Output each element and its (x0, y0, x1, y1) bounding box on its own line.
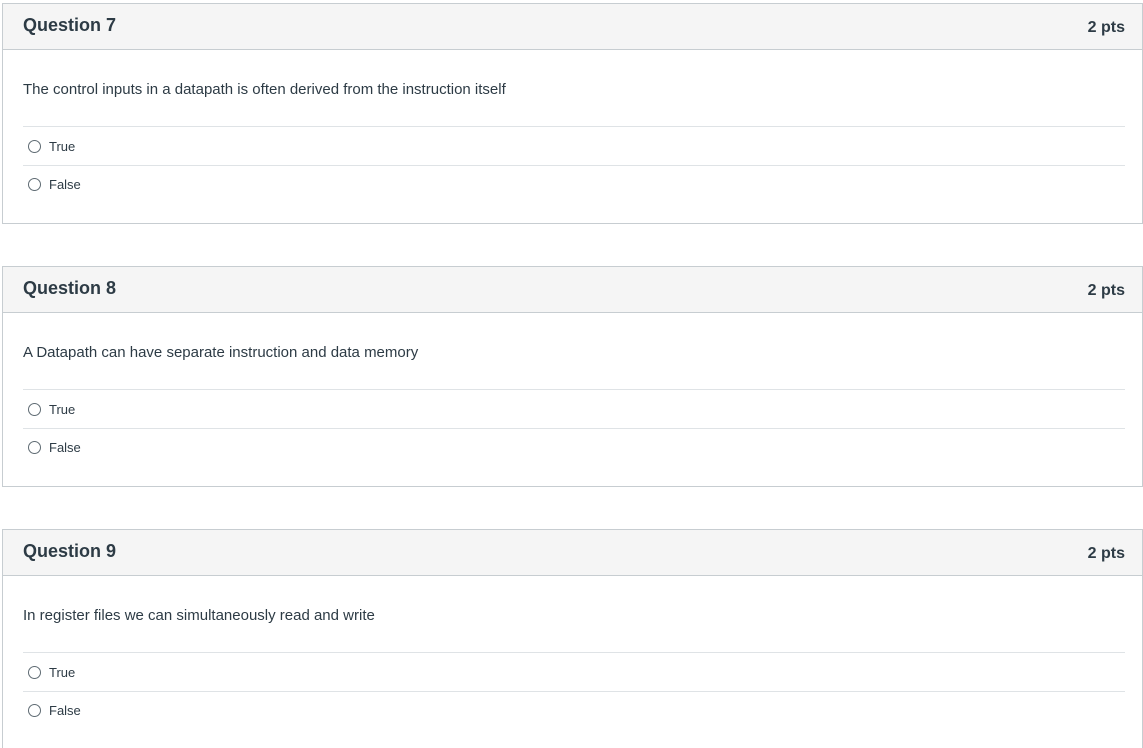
question-body: In register files we can simultaneously … (3, 576, 1142, 729)
question-title: Question 9 (23, 541, 117, 561)
question-7: Question 7 2 pts The control inputs in a… (2, 3, 1143, 224)
answer-label: False (49, 703, 81, 718)
question-points: 2 pts (1087, 281, 1125, 299)
radio-button-true[interactable] (28, 139, 41, 153)
answer-true[interactable]: True (23, 127, 1125, 165)
answer-label: True (49, 401, 76, 417)
radio-button-true[interactable] (28, 665, 41, 679)
answer-false[interactable]: False (23, 165, 1125, 203)
question-title: Question 7 (23, 15, 117, 35)
answer-true[interactable]: True (23, 653, 1125, 691)
question-header: Question 9 2 pts (3, 530, 1142, 576)
question-8: Question 8 2 pts A Datapath can have sep… (2, 266, 1143, 487)
answer-label: False (49, 440, 81, 455)
radio-button-true[interactable] (28, 402, 41, 416)
question-title: Question 8 (23, 278, 117, 298)
answer-true[interactable]: True (23, 390, 1125, 428)
answer-label: False (49, 177, 81, 192)
question-text: In register files we can simultaneously … (23, 576, 1125, 653)
question-header: Question 7 2 pts (3, 4, 1142, 50)
quiz-page: Question 7 2 pts The control inputs in a… (0, 0, 1143, 748)
answer-false[interactable]: False (23, 428, 1125, 466)
radio-button-false[interactable] (28, 441, 41, 454)
answer-false[interactable]: False (23, 691, 1125, 729)
question-points: 2 pts (1087, 544, 1125, 562)
radio-button-false[interactable] (28, 704, 41, 717)
question-body: A Datapath can have separate instruction… (3, 313, 1142, 466)
question-9: Question 9 2 pts In register files we ca… (2, 529, 1143, 748)
radio-button-false[interactable] (28, 178, 41, 191)
answer-label: True (49, 138, 76, 154)
question-body: The control inputs in a datapath is ofte… (3, 50, 1142, 203)
question-points: 2 pts (1087, 18, 1125, 36)
answer-label: True (49, 664, 76, 680)
question-header: Question 8 2 pts (3, 267, 1142, 313)
question-text: A Datapath can have separate instruction… (23, 313, 1125, 390)
question-text: The control inputs in a datapath is ofte… (23, 50, 1125, 127)
